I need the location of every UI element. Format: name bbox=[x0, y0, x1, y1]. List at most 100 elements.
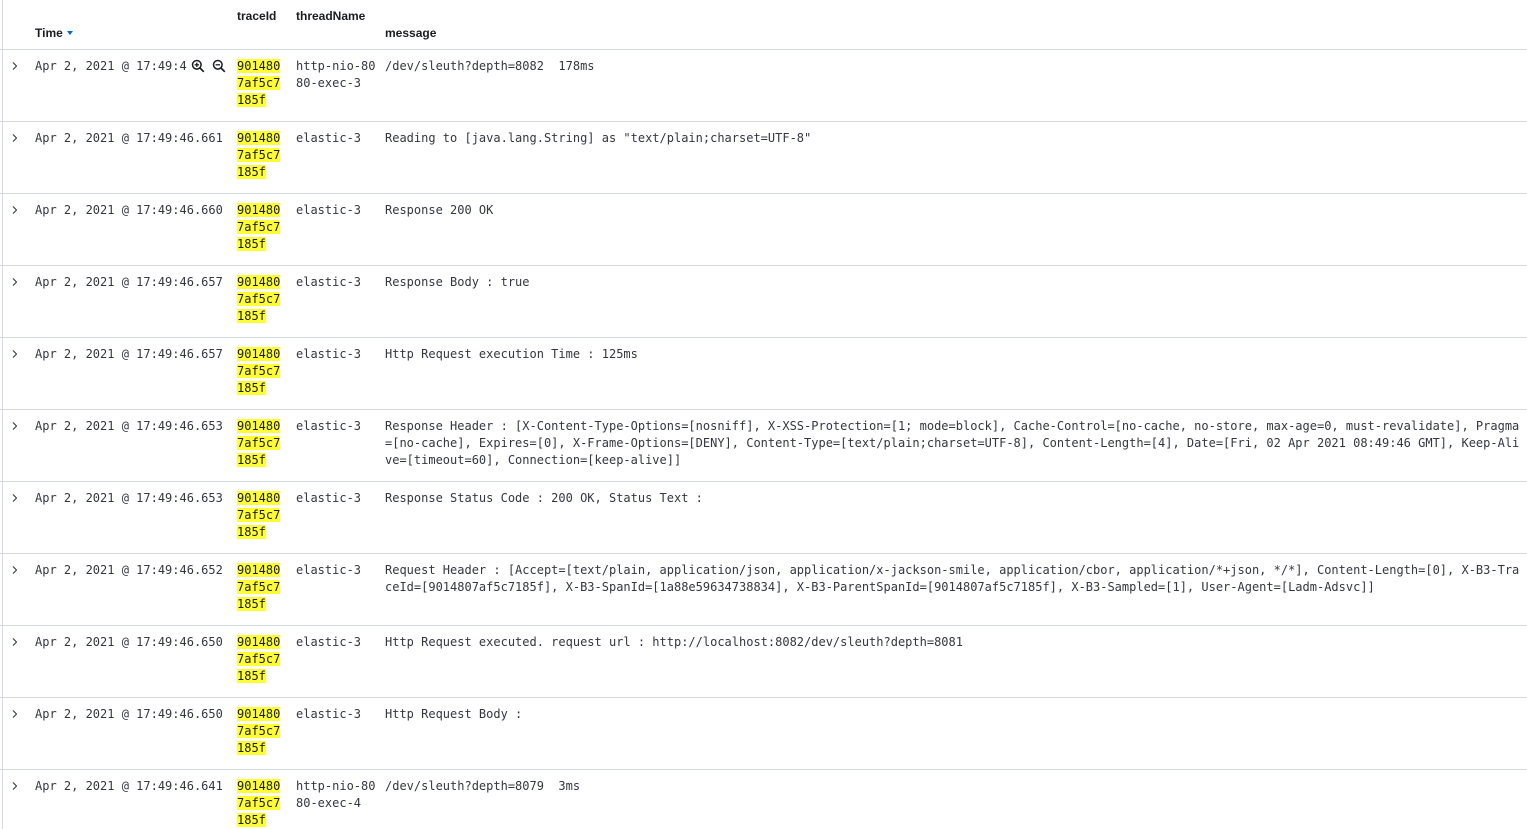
sort-descending-icon[interactable] bbox=[66, 30, 73, 35]
search-highlight: 901480 bbox=[237, 635, 281, 649]
traceid-fragment: 185f bbox=[237, 812, 280, 829]
traceid-fragment: 901480 bbox=[237, 130, 281, 147]
cell-threadname: elastic-3 bbox=[296, 563, 362, 577]
traceid-fragment: 7af5c7 bbox=[237, 507, 281, 524]
zoom-in-icon[interactable] bbox=[191, 59, 205, 73]
column-header-time[interactable]: Time bbox=[35, 26, 73, 40]
table-row: Apr 2, 2021 @ 17:49:46.660 901480 7af5c7 1… bbox=[0, 194, 1527, 266]
search-highlight: 901480 bbox=[237, 779, 281, 793]
expand-row-chevron-icon[interactable] bbox=[10, 563, 20, 574]
table-row: Apr 2, 2021 @ 17:49:46.657 901480 7af5c7 1… bbox=[0, 266, 1527, 338]
search-highlight: 185f bbox=[237, 165, 266, 179]
column-header-traceid[interactable]: traceId bbox=[237, 9, 276, 23]
traceid-fragment: 185f bbox=[237, 164, 280, 181]
cell-traceid: 901480 7af5c7 185f bbox=[237, 778, 283, 829]
search-highlight: 185f bbox=[237, 381, 266, 395]
traceid-fragment: 901480 bbox=[237, 202, 281, 219]
cell-message: Response Header : [X-Content-Type-Option… bbox=[385, 419, 1520, 467]
search-highlight: 7af5c7 bbox=[237, 796, 281, 810]
cell-traceid: 901480 7af5c7 185f bbox=[237, 202, 283, 253]
cell-threadname: elastic-3 bbox=[296, 635, 362, 649]
search-highlight: 7af5c7 bbox=[237, 76, 281, 90]
expand-row-chevron-icon[interactable] bbox=[10, 131, 20, 142]
traceid-fragment: 901480 bbox=[237, 346, 281, 363]
search-highlight: 901480 bbox=[237, 419, 281, 433]
cell-message: /dev/sleuth?depth=8082 178ms bbox=[385, 59, 595, 73]
table-row: Apr 2, 2021 @ 17:49:46.653 901480 7af5c7 1… bbox=[0, 482, 1527, 554]
search-highlight: 7af5c7 bbox=[237, 580, 281, 594]
table-row: Apr 2, 2021 @ 17:49:46.661 901480 7af5c7 1… bbox=[0, 122, 1527, 194]
cell-traceid: 901480 7af5c7 185f bbox=[237, 490, 283, 541]
search-highlight: 7af5c7 bbox=[237, 724, 281, 738]
cell-message: Response 200 OK bbox=[385, 203, 494, 217]
traceid-fragment: 901480 bbox=[237, 58, 281, 75]
cell-message: Request Header : [Accept=[text/plain, ap… bbox=[385, 563, 1520, 594]
cell-time: Apr 2, 2021 @ 17:49:46.653 bbox=[35, 419, 223, 433]
cell-traceid: 901480 7af5c7 185f bbox=[237, 274, 283, 325]
traceid-fragment: 901480 bbox=[237, 562, 281, 579]
traceid-fragment: 7af5c7 bbox=[237, 75, 281, 92]
table-row: Apr 2, 2021 @ 17:49:46.653 901480 7af5c7 1… bbox=[0, 410, 1527, 482]
expand-row-chevron-icon[interactable] bbox=[10, 59, 20, 70]
search-highlight: 185f bbox=[237, 741, 266, 755]
search-highlight: 7af5c7 bbox=[237, 364, 281, 378]
expand-row-chevron-icon[interactable] bbox=[10, 347, 20, 358]
expand-row-chevron-icon[interactable] bbox=[10, 635, 20, 646]
expand-row-chevron-icon[interactable] bbox=[10, 779, 20, 790]
search-highlight: 7af5c7 bbox=[237, 292, 281, 306]
cell-message: Response Body : true bbox=[385, 275, 530, 289]
cell-time: Apr 2, 2021 @ 17:49:46.641 bbox=[35, 779, 223, 793]
cell-threadname: elastic-3 bbox=[296, 203, 362, 217]
expand-row-chevron-icon[interactable] bbox=[10, 203, 20, 214]
expand-row-chevron-icon[interactable] bbox=[10, 275, 20, 286]
search-highlight: 901480 bbox=[237, 203, 281, 217]
search-highlight: 185f bbox=[237, 597, 266, 611]
search-highlight: 7af5c7 bbox=[237, 148, 281, 162]
table-row: Apr 2, 2021 @ 17:49:46.657 901480 7af5c7 1… bbox=[0, 338, 1527, 410]
cell-threadname: elastic-3 bbox=[296, 419, 362, 433]
traceid-fragment: 185f bbox=[237, 596, 280, 613]
discover-doc-table: Time traceId threadName message Apr 2, 2… bbox=[0, 0, 1527, 829]
traceid-fragment: 7af5c7 bbox=[237, 723, 281, 740]
column-header-message[interactable]: message bbox=[385, 26, 436, 40]
search-highlight: 7af5c7 bbox=[237, 652, 281, 666]
cell-traceid: 901480 7af5c7 185f bbox=[237, 346, 283, 397]
cell-traceid: 901480 7af5c7 185f bbox=[237, 418, 283, 469]
cell-threadname: http-nio-8080-exec-3 bbox=[296, 59, 376, 90]
cell-time: Apr 2, 2021 @ 17:49:46.661 bbox=[35, 131, 223, 145]
search-highlight: 185f bbox=[237, 93, 266, 107]
cell-time: Apr 2, 2021 @ 17:49:46.661 bbox=[35, 59, 187, 73]
cell-filter-actions bbox=[190, 59, 230, 75]
search-highlight: 901480 bbox=[237, 707, 281, 721]
expand-row-chevron-icon[interactable] bbox=[10, 419, 20, 430]
traceid-fragment: 185f bbox=[237, 740, 280, 757]
search-highlight: 901480 bbox=[237, 491, 281, 505]
traceid-fragment: 7af5c7 bbox=[237, 219, 281, 236]
search-highlight: 185f bbox=[237, 525, 266, 539]
column-header-threadname[interactable]: threadName bbox=[296, 9, 365, 23]
cell-message: Reading to [java.lang.String] as "text/p… bbox=[385, 131, 812, 145]
cell-time: Apr 2, 2021 @ 17:49:46.653 bbox=[35, 491, 223, 505]
traceid-fragment: 7af5c7 bbox=[237, 291, 281, 308]
traceid-fragment: 901480 bbox=[237, 274, 281, 291]
zoom-out-icon[interactable] bbox=[212, 59, 226, 73]
search-highlight: 7af5c7 bbox=[237, 508, 281, 522]
table-row: Apr 2, 2021 @ 17:49:46.652 901480 7af5c7 1… bbox=[0, 554, 1527, 626]
traceid-fragment: 901480 bbox=[237, 634, 281, 651]
expand-row-chevron-icon[interactable] bbox=[10, 491, 20, 502]
cell-message: Response Status Code : 200 OK, Status Te… bbox=[385, 491, 703, 505]
cell-message: Http Request Body : bbox=[385, 707, 523, 721]
table-body: Apr 2, 2021 @ 17:49:46.661 901480 7af5c7 1… bbox=[0, 50, 1527, 829]
cell-traceid: 901480 7af5c7 185f bbox=[237, 58, 283, 109]
search-highlight: 7af5c7 bbox=[237, 436, 281, 450]
search-highlight: 185f bbox=[237, 813, 266, 827]
cell-traceid: 901480 7af5c7 185f bbox=[237, 562, 283, 613]
cell-traceid: 901480 7af5c7 185f bbox=[237, 130, 283, 181]
expand-row-chevron-icon[interactable] bbox=[10, 707, 20, 718]
traceid-fragment: 185f bbox=[237, 452, 280, 469]
search-highlight: 185f bbox=[237, 453, 266, 467]
traceid-fragment: 7af5c7 bbox=[237, 579, 281, 596]
column-header-time-label: Time bbox=[35, 26, 63, 40]
cell-time: Apr 2, 2021 @ 17:49:46.650 bbox=[35, 707, 223, 721]
traceid-fragment: 185f bbox=[237, 92, 280, 109]
